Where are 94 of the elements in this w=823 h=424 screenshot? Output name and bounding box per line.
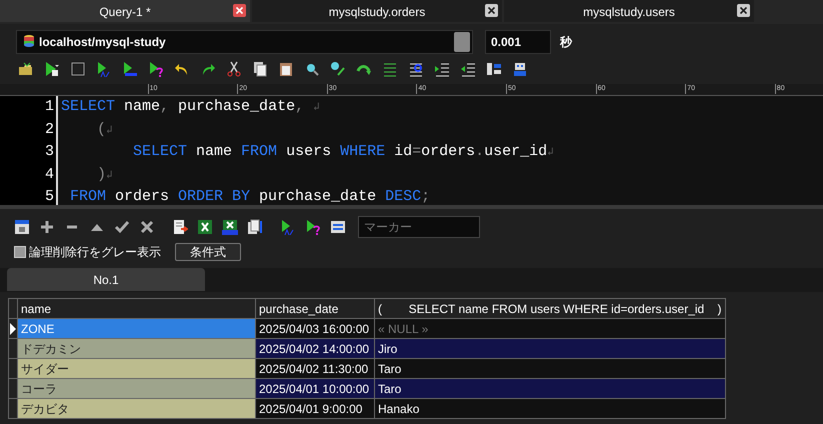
open-folder-icon[interactable] [18,61,34,77]
cut-icon[interactable] [226,61,242,77]
table-cell: Taro [374,378,726,398]
checkbox-label: 論理削除行をグレー表示 [29,244,161,261]
close-button[interactable] [485,4,498,17]
outdent-icon[interactable] [460,61,476,77]
time-unit: 秒 [560,34,572,51]
table-cell: デカビタ [18,398,256,418]
query-tab[interactable]: mysqlstudy.users [504,0,754,22]
table-cell: 2025/04/02 14:00:00 [256,338,374,358]
swap-columns-icon[interactable] [330,219,346,235]
table-cell: Jiro [374,338,726,358]
line-break-mark: ↲ [547,147,554,160]
run-ab-icon[interactable] [280,219,296,235]
line-break-mark: ↲ [106,124,113,137]
table-cell: ZONE [18,318,256,338]
sql-punctuation: , [295,98,306,115]
stop-icon[interactable] [70,61,86,77]
sql-keyword: DESC [385,188,422,206]
replace-lines-icon[interactable] [408,61,424,77]
run-csv-icon[interactable] [122,61,138,77]
run-question-icon[interactable] [148,61,164,77]
sql-punctuation: ) [96,166,106,183]
sql-keyword: WHERE [340,143,386,160]
search-icon[interactable] [304,61,320,77]
line-number: 3 [44,142,54,162]
line-number: 2 [44,120,54,140]
split-view-icon[interactable] [486,61,502,77]
table-cell: ドデカミン [18,338,256,358]
excel-all-icon[interactable] [222,219,238,235]
query-tab[interactable]: mysqlstudy.orders [252,0,502,22]
sql-identifier: purchase_date [177,98,296,115]
redo-icon[interactable] [200,61,216,77]
column-header[interactable]: purchase_date [256,298,374,318]
table-cell: Hanako [374,398,726,418]
sql-identifier: id [393,143,412,160]
search-edit-icon[interactable] [330,61,346,77]
sql-punctuation: = [412,143,422,160]
line-number: 5 [44,187,54,208]
checkbox[interactable] [14,246,26,258]
query-tab[interactable]: Query-1 * [0,0,250,22]
line-number: 4 [44,164,54,185]
line-number: 1 [44,97,54,117]
sql-identifier: orders [421,143,476,160]
sql-identifier: name [195,143,234,160]
close-button[interactable] [233,4,246,17]
paste-icon[interactable] [278,61,294,77]
sql-keyword: SELECT [132,143,188,160]
marker-field[interactable]: マーカー [358,216,480,238]
copy-rows-icon[interactable] [247,219,263,235]
database-icon[interactable] [22,34,36,50]
condition-button[interactable]: 条件式 [175,243,241,261]
table-cell: サイダー [18,358,256,378]
sql-punctuation: ; [421,188,430,206]
table-cell: 2025/04/01 9:00:00 [256,398,374,418]
column-header[interactable]: name [18,298,256,318]
run-question-icon[interactable] [305,219,321,235]
run-icon[interactable] [44,61,60,77]
sql-identifier: users [285,143,332,160]
export-document-icon[interactable] [172,219,188,235]
sql-punctuation: , [160,98,170,115]
close-button[interactable] [737,4,750,17]
table-cell: 2025/04/03 16:00:00 [256,318,374,338]
sql-keyword: ORDER BY [178,188,250,206]
plus-icon[interactable] [39,219,55,235]
run-ab-icon[interactable] [96,61,112,77]
table-cell: コーラ [18,378,256,398]
sql-keyword: SELECT [61,98,116,115]
connection-dropdown[interactable]: localhost/mysql-study [16,30,473,54]
robot-icon[interactable] [512,61,528,77]
copy-icon[interactable] [252,61,268,77]
table-cell: Taro [374,358,726,378]
table-cell: 2025/04/01 10:00:00 [256,378,374,398]
sql-punctuation: . [475,143,484,160]
sql-identifier: user_id [484,143,548,160]
align-lines-icon[interactable] [382,61,398,77]
excel-icon[interactable] [197,219,213,235]
sql-keyword: FROM [69,188,106,206]
result-tab[interactable]: No.1 [7,268,205,291]
line-break-mark: ↲ [313,102,320,114]
line-break-mark: ↲ [106,170,113,182]
sql-identifier: purchase_date [258,188,378,206]
column-header[interactable]: ( SELECT name FROM users WHERE id=orders.user_id ) [374,298,726,318]
elapsed-time-field[interactable]: 0.001 [485,30,551,54]
sql-punctuation: ( [96,120,106,138]
sql-identifier: orders [114,188,170,206]
check-icon[interactable] [114,219,130,235]
sql-keyword: FROM [241,143,278,160]
table-cell: 2025/04/02 11:30:00 [256,358,374,378]
sql-identifier: name [123,98,160,115]
save-grid-icon[interactable] [14,219,30,235]
cancel-icon[interactable] [139,219,155,235]
indent-icon[interactable] [434,61,450,77]
table-cell: « NULL » [374,318,726,338]
